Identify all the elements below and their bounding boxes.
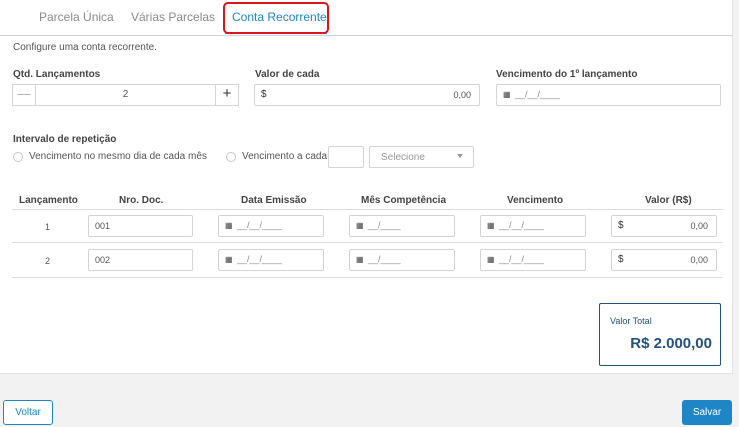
select-placeholder: Selecione [381, 152, 425, 163]
tab-bar: Parcela Única Várias Parcelas Conta Reco… [0, 0, 733, 36]
competencia-input[interactable]: ▦ __/____ [349, 215, 455, 237]
chevron-down-icon [457, 154, 463, 158]
valor-input[interactable]: $ 0,00 [611, 249, 717, 271]
date-placeholder: __/__/____ [237, 220, 283, 230]
currency-symbol: $ [261, 89, 267, 100]
date-placeholder: __/__/____ [237, 254, 283, 264]
calendar-icon: ▦ [225, 221, 233, 230]
row-divider [12, 242, 723, 243]
data-emissao-input[interactable]: ▦ __/__/____ [218, 249, 324, 271]
intervalo-label: Intervalo de repetição [13, 134, 117, 145]
data-emissao-input[interactable]: ▦ __/__/____ [218, 215, 324, 237]
row-divider [12, 277, 723, 278]
currency-symbol: $ [618, 220, 624, 231]
valor-cada-label: Valor de cada [255, 69, 320, 80]
increment-button[interactable]: + [215, 85, 238, 105]
vencimento-input[interactable]: ▦ __/__/____ [480, 215, 586, 237]
header-nro-doc: Nro. Doc. [119, 195, 164, 206]
calendar-icon: ▦ [225, 255, 233, 264]
currency-symbol: $ [618, 254, 624, 265]
radio-a-cada[interactable] [226, 152, 236, 162]
intervalo-select[interactable]: Selecione [369, 146, 474, 168]
header-data-emissao: Data Emissão [241, 195, 307, 206]
quantity-value[interactable]: 2 [37, 89, 214, 100]
valor-input[interactable]: $ 0,00 [611, 215, 717, 237]
date-placeholder: __/__/____ [515, 89, 561, 99]
valor-value: 0,00 [690, 255, 708, 265]
nro-doc-value: 001 [95, 221, 111, 231]
header-mes-competencia: Mês Competência [361, 195, 447, 206]
header-vencimento: Vencimento [507, 195, 564, 206]
nro-doc-value: 002 [95, 255, 111, 265]
competencia-input[interactable]: ▦ __/____ [349, 249, 455, 271]
date-placeholder: __/__/____ [499, 220, 545, 230]
decrement-button[interactable]: — [13, 85, 36, 105]
valor-total-label: Valor Total [610, 316, 652, 326]
vencimento-primeiro-label: Vencimento do 1º lançamento [496, 69, 638, 80]
valor-value: 0,00 [690, 221, 708, 231]
calendar-icon: ▦ [487, 255, 495, 264]
vencimento-input[interactable]: ▦ __/__/____ [480, 249, 586, 271]
nro-doc-input[interactable]: 002 [88, 249, 193, 271]
vencimento-primeiro-input[interactable]: ▦ __/__/____ [496, 84, 721, 106]
valor-total-card: Valor Total R$ 2.000,00 [599, 303, 721, 366]
nro-doc-input[interactable]: 001 [88, 215, 193, 237]
tab-varias-parcelas[interactable]: Várias Parcelas [131, 10, 215, 24]
month-placeholder: __/____ [368, 220, 401, 230]
voltar-button[interactable]: Voltar [3, 400, 53, 425]
calendar-icon: ▦ [356, 255, 364, 264]
header-lancamento: Lançamento [19, 195, 78, 206]
form-panel: Parcela Única Várias Parcelas Conta Reco… [0, 0, 733, 374]
radio-mesmo-dia-label: Vencimento no mesmo dia de cada mês [29, 151, 207, 162]
intervalo-number-input[interactable] [328, 146, 364, 168]
quantity-stepper: — 2 + [12, 84, 239, 106]
date-placeholder: __/__/____ [499, 254, 545, 264]
radio-mesmo-dia[interactable] [13, 152, 23, 162]
form-description: Configure uma conta recorrente. [13, 42, 157, 53]
salvar-button[interactable]: Salvar [682, 400, 732, 425]
table-divider [12, 209, 723, 210]
row-number: 2 [45, 256, 51, 266]
qtd-label: Qtd. Lançamentos [13, 69, 101, 80]
calendar-icon: ▦ [487, 221, 495, 230]
valor-cada-input[interactable]: $ 0,00 [254, 84, 480, 106]
month-placeholder: __/____ [368, 254, 401, 264]
valor-total-amount: R$ 2.000,00 [630, 335, 712, 352]
header-valor: Valor (R$) [645, 195, 692, 206]
calendar-icon: ▦ [503, 90, 511, 99]
tab-parcela-unica[interactable]: Parcela Única [39, 10, 114, 24]
tab-highlight-box [223, 2, 329, 34]
calendar-icon: ▦ [356, 221, 364, 230]
radio-a-cada-label: Vencimento a cada [242, 151, 328, 162]
row-number: 1 [45, 222, 51, 232]
valor-cada-value: 0,00 [453, 90, 471, 100]
